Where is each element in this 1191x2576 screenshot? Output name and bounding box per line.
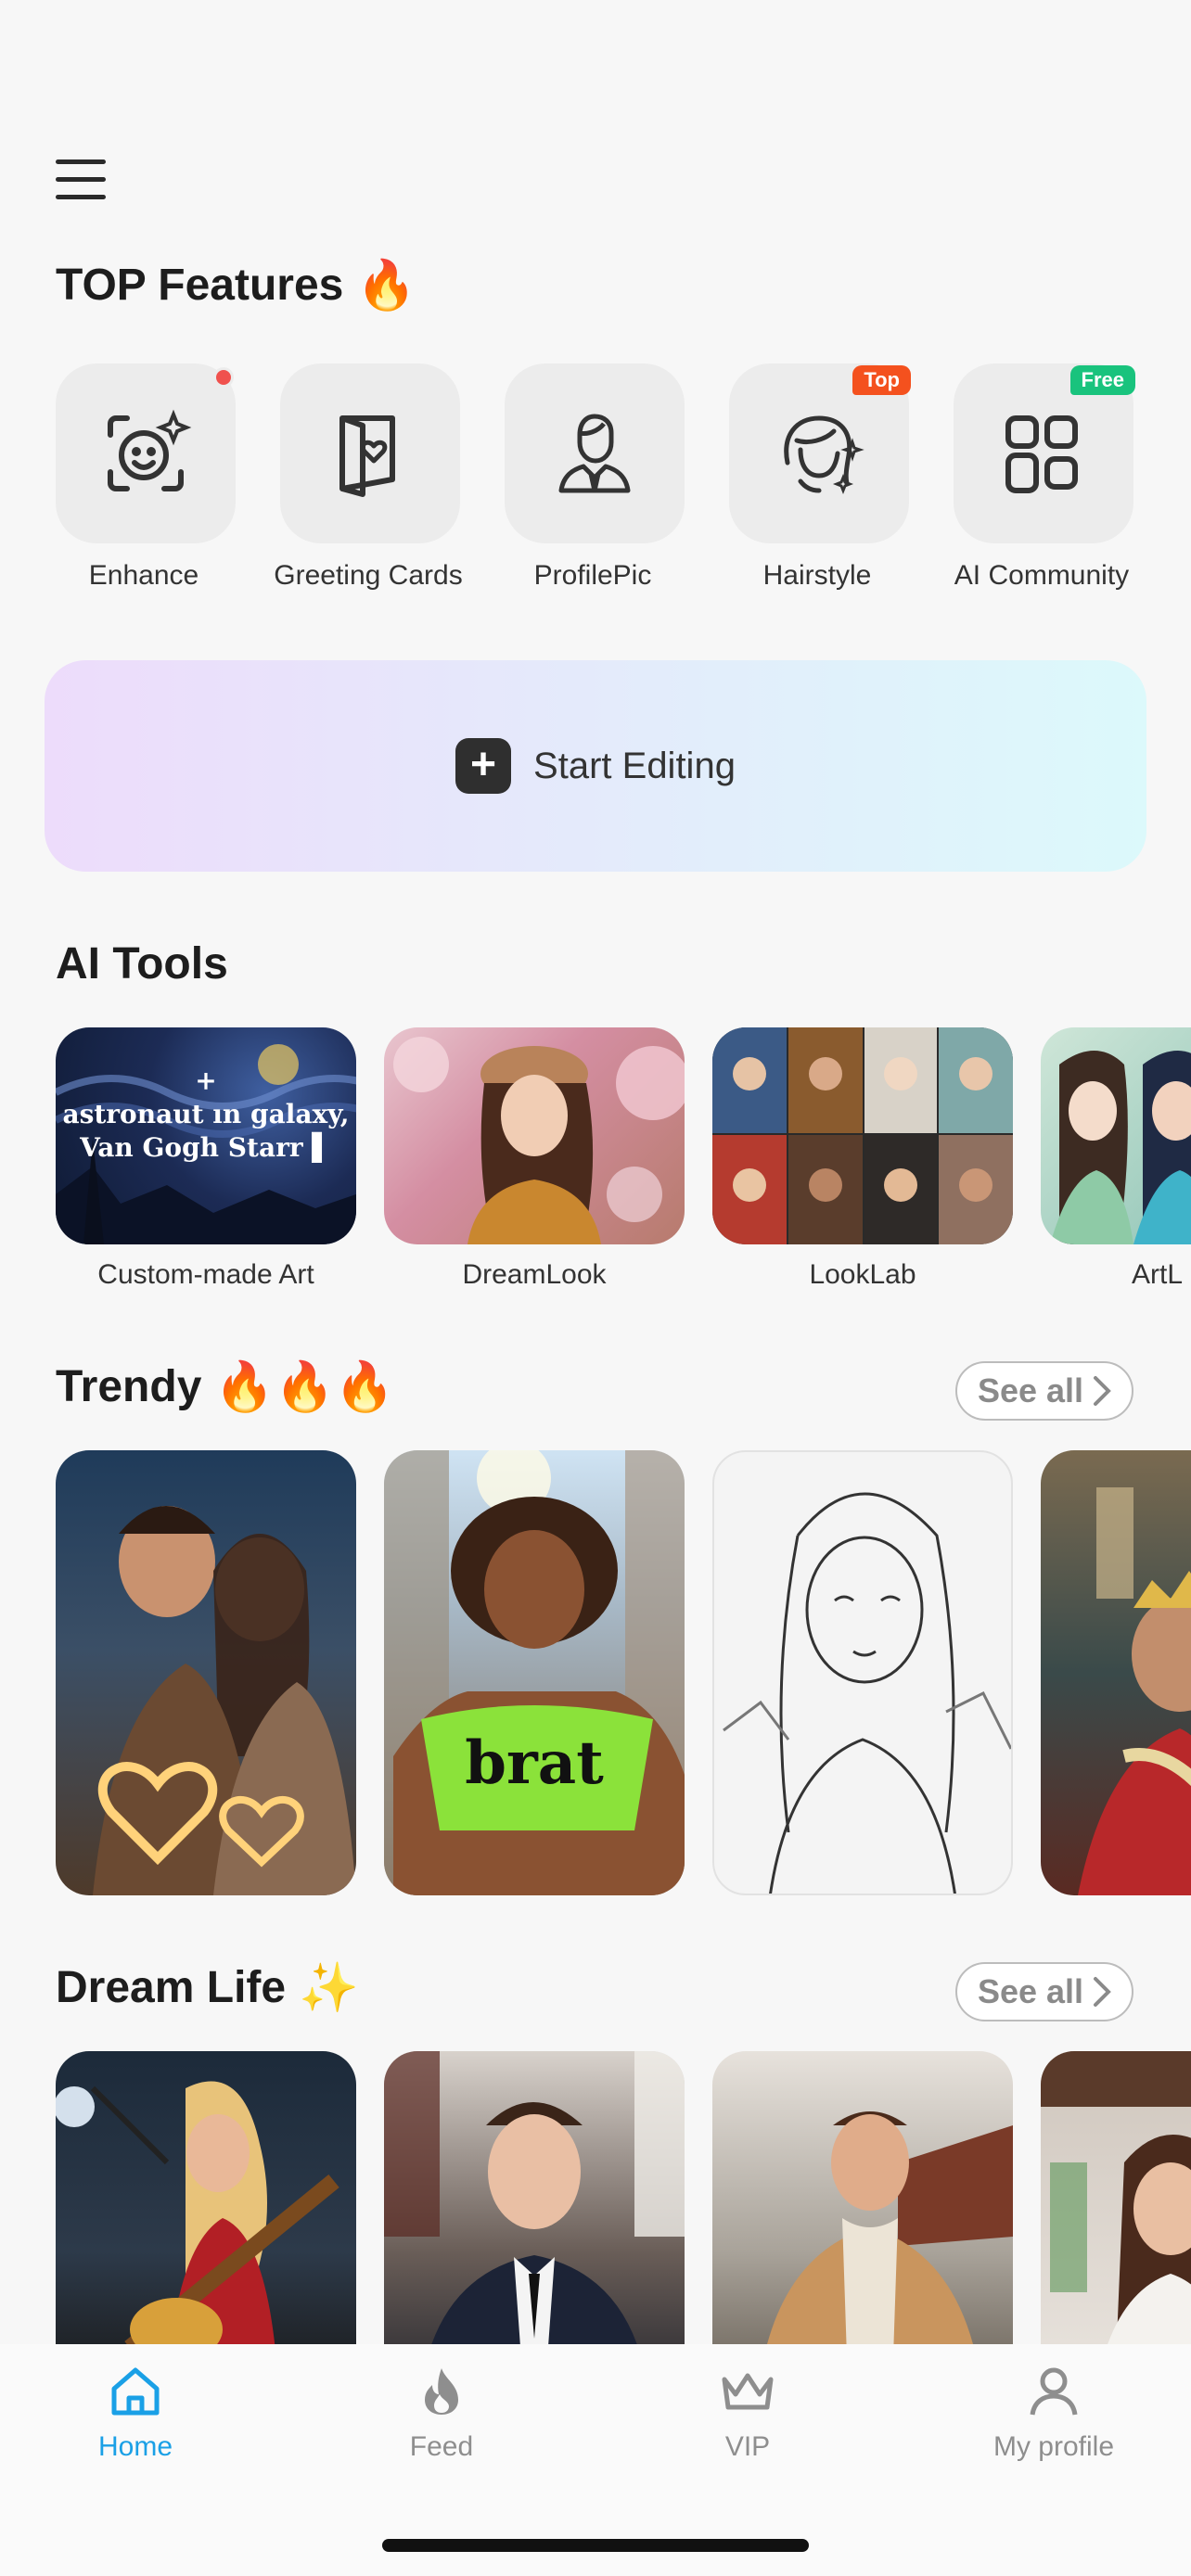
trendy-see-all-button[interactable]: See all	[955, 1361, 1133, 1421]
greeting-card-icon	[339, 415, 395, 497]
royal-portrait-photo	[1078, 1487, 1191, 1895]
profile-person-icon	[558, 414, 631, 493]
nav-label: My profile	[992, 2431, 1115, 2462]
prompt-line-2: Van Gogh Starr ▌	[80, 1132, 332, 1163]
ai-tools-title: AI Tools	[56, 938, 228, 989]
businessman-photo	[384, 2051, 685, 2344]
sketch-portrait-photo	[723, 1492, 1011, 1894]
nav-feed[interactable]: Feed	[349, 2363, 534, 2463]
nav-label: Home	[97, 2431, 173, 2462]
person-icon	[1030, 2367, 1078, 2416]
trendy-card[interactable]	[1041, 1450, 1191, 1895]
start-editing-button[interactable]: + Start Editing	[45, 660, 1146, 872]
trendy-title: Trendy 🔥🔥🔥	[56, 1361, 395, 1412]
dream-life-list	[0, 2051, 1191, 2344]
trendy-list: brat	[0, 1450, 1191, 1895]
top-badge: Top	[852, 365, 911, 395]
prompt-line-1: astronaut ın galaxy,	[62, 1099, 350, 1129]
feature-tile	[56, 363, 236, 543]
ai-tool-caption: LookLab	[809, 1259, 916, 1290]
crown-icon	[722, 2373, 774, 2410]
dream-life-title: Dream Life ✨	[56, 1962, 359, 2013]
free-badge: Free	[1069, 365, 1135, 395]
sparkler-hearts-photo	[93, 1506, 356, 1895]
feature-label: ProfilePic	[533, 560, 652, 591]
ai-tool-card-custom-art[interactable]: + astronaut ın galaxy, Van Gogh Starr ▌	[56, 1027, 356, 1244]
flame-icon	[425, 2368, 458, 2415]
see-all-label: See all	[977, 1371, 1084, 1409]
ai-tool-caption: ArtL	[1132, 1259, 1184, 1290]
fire-icon: 🔥	[356, 258, 417, 312]
feature-enhance[interactable]: Enhance	[32, 363, 256, 605]
feature-label: AI Community	[954, 560, 1130, 591]
ai-tools-title-text: AI Tools	[56, 939, 228, 988]
start-editing-label: Start Editing	[533, 745, 736, 786]
nav-label: VIP	[724, 2431, 771, 2462]
anime-art	[1050, 1051, 1191, 1244]
feature-tile	[505, 363, 685, 543]
home-icon	[111, 2367, 160, 2416]
portrait-photo	[393, 1037, 685, 1244]
dream-life-card[interactable]	[712, 2051, 1013, 2344]
feature-tile: Top	[729, 363, 911, 543]
chevron-right-icon	[1094, 1376, 1111, 1406]
sparkles-icon: ✨	[299, 1960, 359, 2015]
ai-tool-card-dreamlook[interactable]	[384, 1027, 685, 1244]
trendy-card[interactable]: brat	[384, 1450, 685, 1895]
grid-apps-icon	[1005, 415, 1078, 493]
top-features-title-text: TOP Features	[56, 261, 344, 310]
dream-life-card[interactable]	[56, 2051, 356, 2344]
nav-label: Feed	[409, 2431, 474, 2462]
feature-hairstyle[interactable]: Top Hairstyle	[705, 363, 929, 605]
ai-tool-card-looklab[interactable]	[712, 1027, 1013, 1244]
home-indicator[interactable]	[382, 2539, 809, 2552]
app-screen: TOP Features 🔥 Enhance Greeting Cards Pr…	[0, 0, 1191, 2576]
trendy-card[interactable]	[56, 1450, 356, 1895]
prompt-plus: +	[195, 1065, 217, 1096]
enhance-face-icon	[108, 409, 192, 491]
dream-life-title-text: Dream Life	[56, 1963, 287, 2012]
hairstyle-icon	[784, 415, 864, 495]
collage-photo	[712, 1027, 1013, 1244]
notification-dot	[213, 367, 234, 388]
cafe-woman-photo	[1041, 2051, 1191, 2344]
dream-life-see-all-button[interactable]: See all	[955, 1962, 1133, 2021]
feature-greeting-cards[interactable]: Greeting Cards	[256, 363, 480, 605]
dream-life-card[interactable]	[1041, 2051, 1191, 2344]
feature-label: Hairstyle	[762, 560, 872, 591]
feature-ai-community[interactable]: Free AI Community	[929, 363, 1154, 605]
trendy-card[interactable]	[712, 1450, 1013, 1895]
brat-selfie-photo	[384, 1450, 685, 1895]
dream-life-card[interactable]	[384, 2051, 685, 2344]
feature-profilepic[interactable]: ProfilePic	[480, 363, 705, 605]
feature-tile: Free	[954, 363, 1135, 543]
nav-vip[interactable]: VIP	[655, 2363, 840, 2463]
top-features-list: Enhance Greeting Cards ProfilePic Top Ha…	[0, 363, 1191, 605]
ai-tool-card-artl[interactable]	[1041, 1027, 1191, 1244]
feature-label: Greeting Cards	[274, 560, 463, 591]
trendy-title-text: Trendy	[56, 1362, 202, 1411]
rock-guitarist-photo	[56, 2081, 339, 2344]
see-all-label: See all	[977, 1972, 1084, 2010]
nav-my-profile[interactable]: My profile	[961, 2363, 1146, 2463]
traveler-photo	[767, 2111, 1013, 2344]
feature-label: Enhance	[88, 560, 199, 591]
nav-home[interactable]: Home	[43, 2363, 228, 2463]
ai-tool-caption: Custom-made Art	[97, 1259, 314, 1290]
ai-tool-caption: DreamLook	[462, 1259, 607, 1290]
plus-icon: +	[455, 738, 512, 794]
fire-icon: 🔥🔥🔥	[214, 1359, 395, 1414]
top-features-title: TOP Features 🔥	[56, 260, 416, 311]
art-prompt-overlay: + astronaut ın galaxy, Van Gogh Starr ▌	[56, 1065, 356, 1165]
shirt-text: brat	[465, 1728, 604, 1798]
feature-tile	[280, 363, 460, 543]
ai-tools-list: + astronaut ın galaxy, Van Gogh Starr ▌ …	[0, 1027, 1191, 1296]
hamburger-menu-icon[interactable]	[56, 156, 108, 204]
chevron-right-icon	[1094, 1977, 1111, 2007]
